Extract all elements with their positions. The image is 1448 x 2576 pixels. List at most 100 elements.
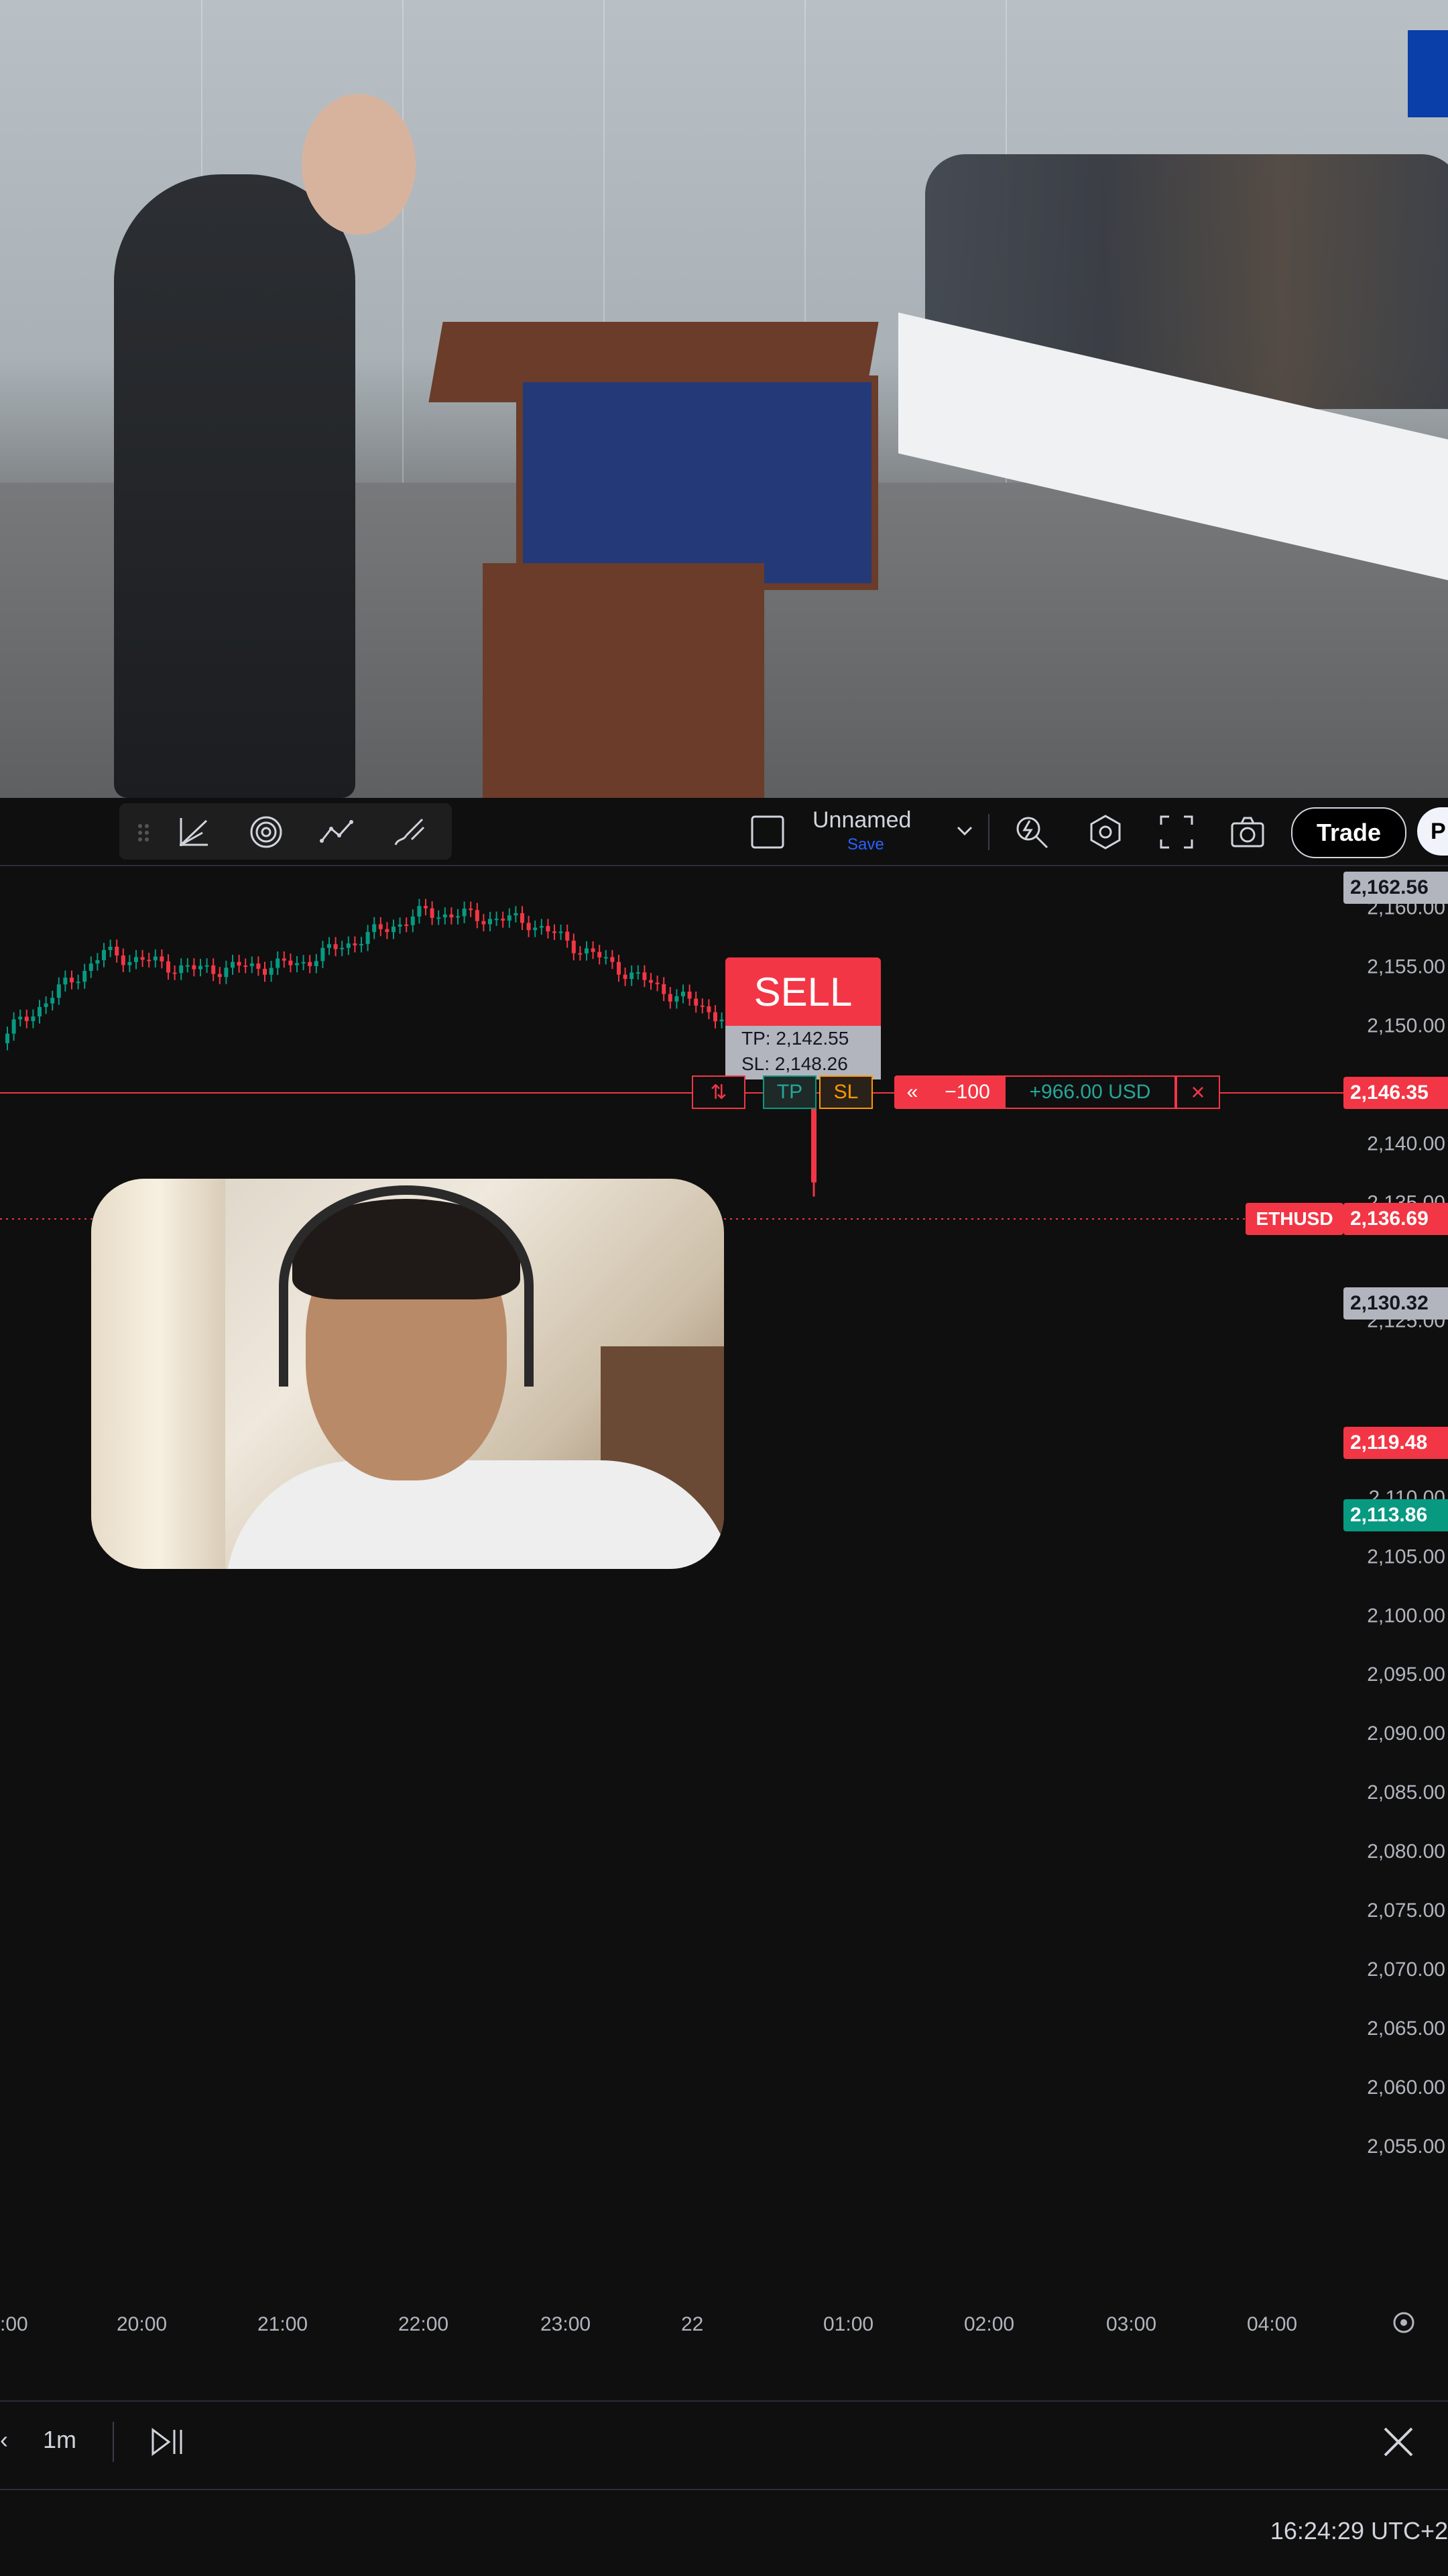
layout-save-link[interactable]: Save xyxy=(847,835,884,854)
podium-front xyxy=(516,375,878,590)
position-qty[interactable]: −100 xyxy=(930,1075,1004,1109)
candle-body xyxy=(378,924,383,929)
candle-body xyxy=(333,944,338,949)
price-tick: 2,085.00 xyxy=(1367,1781,1445,1804)
candle-body xyxy=(249,963,254,966)
reverse-position-button[interactable]: ⇅ xyxy=(692,1075,745,1109)
candle-body xyxy=(160,956,164,961)
price-tick: 2,090.00 xyxy=(1367,1722,1445,1745)
video-frame xyxy=(0,0,1448,798)
price-tick: 2,080.00 xyxy=(1367,1840,1445,1863)
podium-base xyxy=(483,563,764,798)
hexagon-settings-icon[interactable] xyxy=(1087,814,1124,850)
candles-group xyxy=(5,898,817,1197)
candle-body xyxy=(629,972,634,980)
price-tick: 2,055.00 xyxy=(1367,2135,1445,2158)
path-icon[interactable] xyxy=(319,814,355,850)
candle-body xyxy=(56,984,61,998)
drag-handle-icon[interactable] xyxy=(126,814,149,850)
candle-body xyxy=(224,968,229,978)
candle-body xyxy=(617,961,621,975)
candle-body xyxy=(558,931,563,933)
candle-body xyxy=(610,957,615,962)
price-tick: 2,155.00 xyxy=(1367,956,1445,978)
candle-body xyxy=(88,963,93,972)
candle-body xyxy=(603,957,608,959)
candle-body xyxy=(488,919,492,925)
candle-body xyxy=(442,914,447,918)
candle-body xyxy=(115,946,119,956)
candle-body xyxy=(359,943,363,945)
candle-body xyxy=(237,961,241,966)
candle-body xyxy=(662,984,666,994)
candle-body xyxy=(320,947,325,961)
candle-body xyxy=(713,1012,717,1022)
bottom-toolbar: ‹ 1m xyxy=(0,2400,1448,2482)
speaker-figure xyxy=(114,174,355,798)
candle-body xyxy=(308,961,312,966)
extra-button[interactable]: P xyxy=(1417,807,1448,856)
price-badge-level2: 2,119.48 xyxy=(1343,1427,1448,1459)
candle-body xyxy=(231,961,235,968)
candle-body xyxy=(24,1016,29,1021)
close-icon[interactable] xyxy=(1378,2422,1419,2462)
candle-body xyxy=(398,924,402,927)
position-pnl: +966.00 USD xyxy=(1004,1075,1176,1109)
speaker-head xyxy=(302,94,416,235)
candle-body xyxy=(5,1033,9,1043)
square-icon[interactable] xyxy=(749,814,786,850)
sl-button[interactable]: SL xyxy=(819,1075,873,1109)
price-badge-position: 2,146.35 xyxy=(1343,1077,1448,1109)
candle-body xyxy=(211,965,216,974)
fullscreen-icon[interactable] xyxy=(1158,814,1195,850)
toolbar-divider xyxy=(988,814,989,850)
candle-body xyxy=(597,951,602,957)
candle-body xyxy=(153,956,158,961)
chevron-down-icon[interactable] xyxy=(947,814,973,850)
candle-body xyxy=(263,968,267,975)
price-badge-level1: 2,130.32 xyxy=(1343,1287,1448,1320)
circle-target-icon[interactable] xyxy=(248,814,284,850)
time-tick: 01:00 xyxy=(823,2313,873,2335)
candle-body xyxy=(185,965,190,967)
tp-button[interactable]: TP xyxy=(763,1075,817,1109)
time-tick: 22 xyxy=(681,2313,703,2335)
candle-body xyxy=(719,1019,724,1022)
webcam-person-body xyxy=(225,1460,724,1569)
candle-body xyxy=(314,961,318,966)
time-axis: :00 20:00 21:00 22:00 23:00 22 01:00 02:00 03:00… xyxy=(0,2313,1297,2335)
time-tick: 04:00 xyxy=(1247,2313,1297,2335)
candle-body xyxy=(102,949,106,961)
price-tick: 2,105.00 xyxy=(1367,1545,1445,1568)
trade-button[interactable]: Trade xyxy=(1291,807,1406,858)
lightning-search-icon[interactable] xyxy=(1014,814,1050,850)
brush-icon[interactable] xyxy=(391,814,428,850)
webcam-overlay xyxy=(91,1179,724,1569)
camera-icon[interactable] xyxy=(1229,814,1266,850)
candle-body xyxy=(526,923,531,931)
candle-body xyxy=(365,932,370,944)
candle-body xyxy=(295,963,299,965)
candle-body xyxy=(276,958,280,968)
candle-body xyxy=(520,913,524,923)
replay-icon[interactable] xyxy=(147,2422,188,2462)
candle-body xyxy=(76,982,80,984)
candle-body xyxy=(707,1006,711,1012)
price-tick: 2,070.00 xyxy=(1367,1958,1445,1981)
gear-icon[interactable] xyxy=(1393,2312,1414,2333)
candle-body xyxy=(31,1016,36,1021)
layout-name[interactable]: Unnamed xyxy=(812,807,911,833)
candle-body xyxy=(469,909,473,911)
trend-line-icon[interactable] xyxy=(176,814,212,850)
interval-prev[interactable]: ‹ xyxy=(0,2426,8,2454)
candle-body xyxy=(179,965,184,974)
tp-sl-info: TP: 2,142.55 SL: 2,148.26 xyxy=(725,1026,881,1079)
candle-body xyxy=(456,916,460,918)
close-position-button[interactable]: × xyxy=(1176,1075,1220,1109)
candle-body xyxy=(147,959,152,961)
symbol-label: ETHUSD xyxy=(1246,1203,1343,1235)
sell-marker[interactable]: SELL xyxy=(725,957,881,1026)
candle-body xyxy=(134,957,138,962)
interval-button[interactable]: 1m xyxy=(43,2426,76,2454)
candle-body xyxy=(172,972,177,974)
